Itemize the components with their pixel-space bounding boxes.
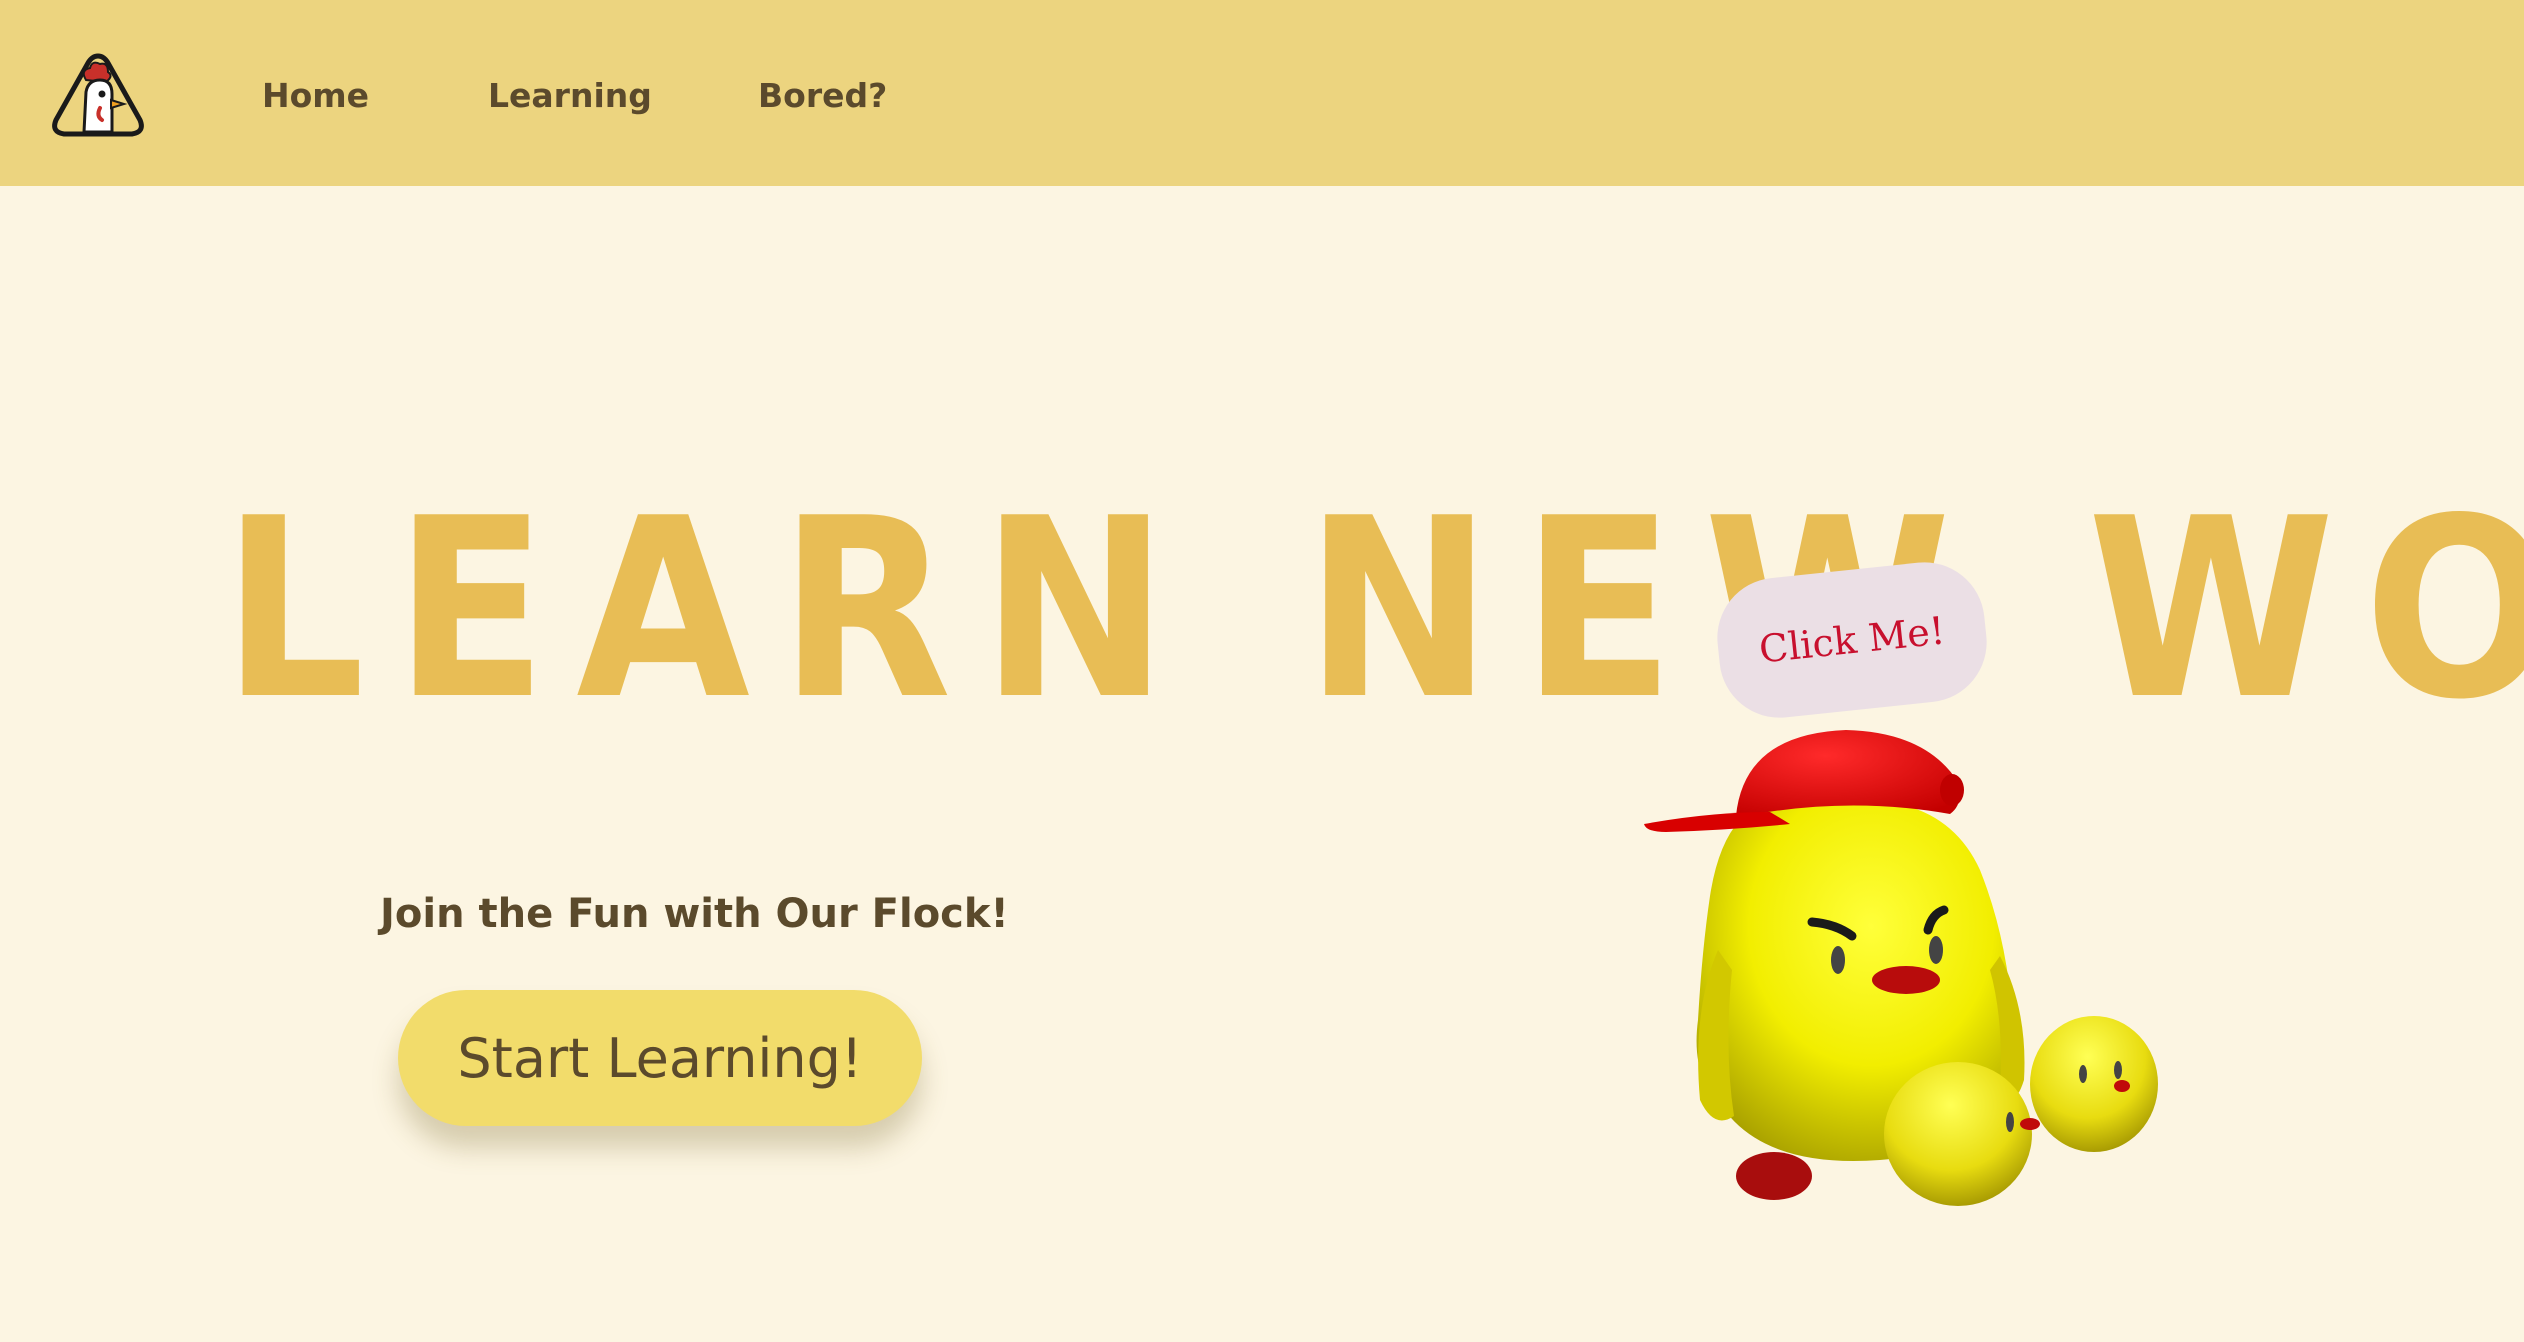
nav-link-bored[interactable]: Bored? bbox=[758, 70, 887, 122]
nav-link-home[interactable]: Home bbox=[262, 70, 369, 122]
page: Home Learning Bored? LEARN NEW WORDS Joi… bbox=[0, 0, 2524, 1342]
chicken-logo-icon[interactable] bbox=[50, 50, 146, 140]
start-learning-button[interactable]: Start Learning! bbox=[398, 990, 922, 1126]
header-bar: Home Learning Bored? bbox=[0, 0, 2524, 186]
hero-tagline: Join the Fun with Our Flock! bbox=[380, 891, 1009, 937]
nav-link-learning[interactable]: Learning bbox=[488, 70, 652, 122]
chick-mascot-illustration[interactable] bbox=[1640, 720, 2200, 1220]
